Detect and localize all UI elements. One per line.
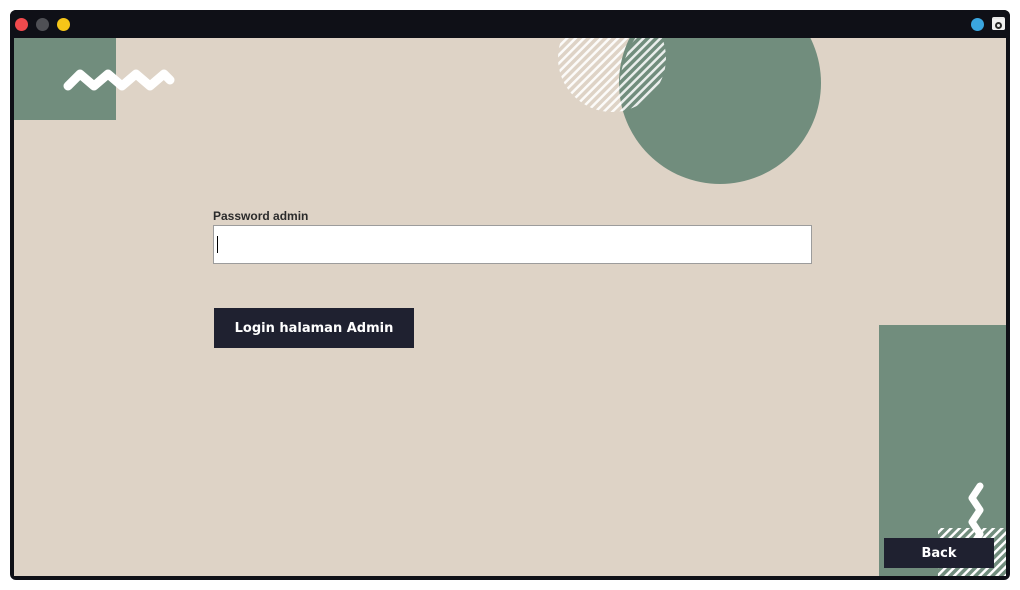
text-cursor — [217, 236, 218, 253]
close-window-button[interactable] — [15, 18, 28, 31]
login-panel: Password admin Login halaman Admin Back — [14, 38, 1006, 576]
background-decoration — [14, 38, 1006, 576]
password-label: Password admin — [213, 209, 309, 223]
title-bar — [10, 10, 1010, 38]
minimize-window-button[interactable] — [36, 18, 49, 31]
maximize-window-button[interactable] — [57, 18, 70, 31]
login-admin-button[interactable]: Login halaman Admin — [214, 308, 414, 348]
app-window: Password admin Login halaman Admin Back — [10, 10, 1010, 580]
app-icon[interactable] — [992, 17, 1005, 30]
globe-icon[interactable] — [971, 18, 984, 31]
back-button[interactable]: Back — [884, 538, 994, 568]
password-input[interactable] — [213, 225, 812, 264]
